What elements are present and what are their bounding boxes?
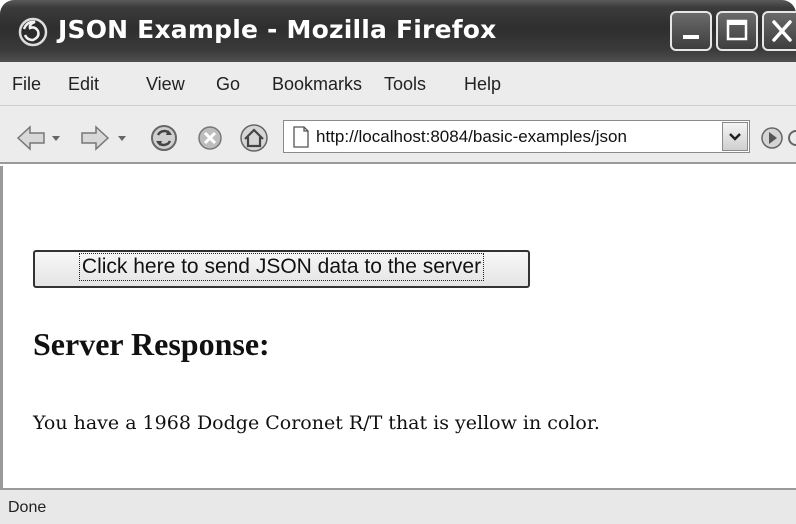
menu-file[interactable]: File xyxy=(12,74,41,95)
menu-help[interactable]: Help xyxy=(464,74,501,95)
chevron-down-icon xyxy=(729,133,741,141)
menu-bookmarks[interactable]: Bookmarks xyxy=(272,74,362,95)
home-icon[interactable] xyxy=(238,122,270,154)
title-bar: JSON Example - Mozilla Firefox xyxy=(0,0,796,62)
close-button[interactable] xyxy=(762,11,796,51)
firefox-logo-icon xyxy=(18,17,48,47)
menu-bar: File Edit View Go Bookmarks Tools Help xyxy=(0,62,796,106)
send-json-button[interactable]: Click here to send JSON data to the serv… xyxy=(33,250,530,288)
status-text: Done xyxy=(8,499,47,516)
menu-edit[interactable]: Edit xyxy=(68,74,99,95)
send-json-button-label: Click here to send JSON data to the serv… xyxy=(78,253,485,281)
forward-icon[interactable] xyxy=(80,124,132,152)
page-content: Click here to send JSON data to the serv… xyxy=(0,166,796,488)
address-bar[interactable]: http://localhost:8084/basic-examples/jso… xyxy=(283,120,750,153)
menu-view[interactable]: View xyxy=(146,74,185,95)
status-bar: Done xyxy=(0,488,796,524)
url-dropdown-button[interactable] xyxy=(722,122,748,151)
server-response-text: You have a 1968 Dodge Coronet R/T that i… xyxy=(33,412,600,434)
reload-icon[interactable] xyxy=(148,122,180,154)
minimize-button[interactable] xyxy=(670,11,712,51)
url-text[interactable]: http://localhost:8084/basic-examples/jso… xyxy=(316,127,714,147)
maximize-button[interactable] xyxy=(716,11,758,51)
server-response-heading: Server Response: xyxy=(33,326,270,362)
window-title: JSON Example - Mozilla Firefox xyxy=(58,15,497,44)
close-icon xyxy=(772,20,792,42)
minimize-icon xyxy=(683,35,699,39)
page-icon xyxy=(293,126,309,148)
stop-icon[interactable] xyxy=(196,124,226,154)
back-icon[interactable] xyxy=(14,124,66,152)
menu-go[interactable]: Go xyxy=(216,74,240,95)
maximize-icon xyxy=(726,19,748,41)
menu-tools[interactable]: Tools xyxy=(384,74,426,95)
go-icon[interactable] xyxy=(760,124,796,152)
